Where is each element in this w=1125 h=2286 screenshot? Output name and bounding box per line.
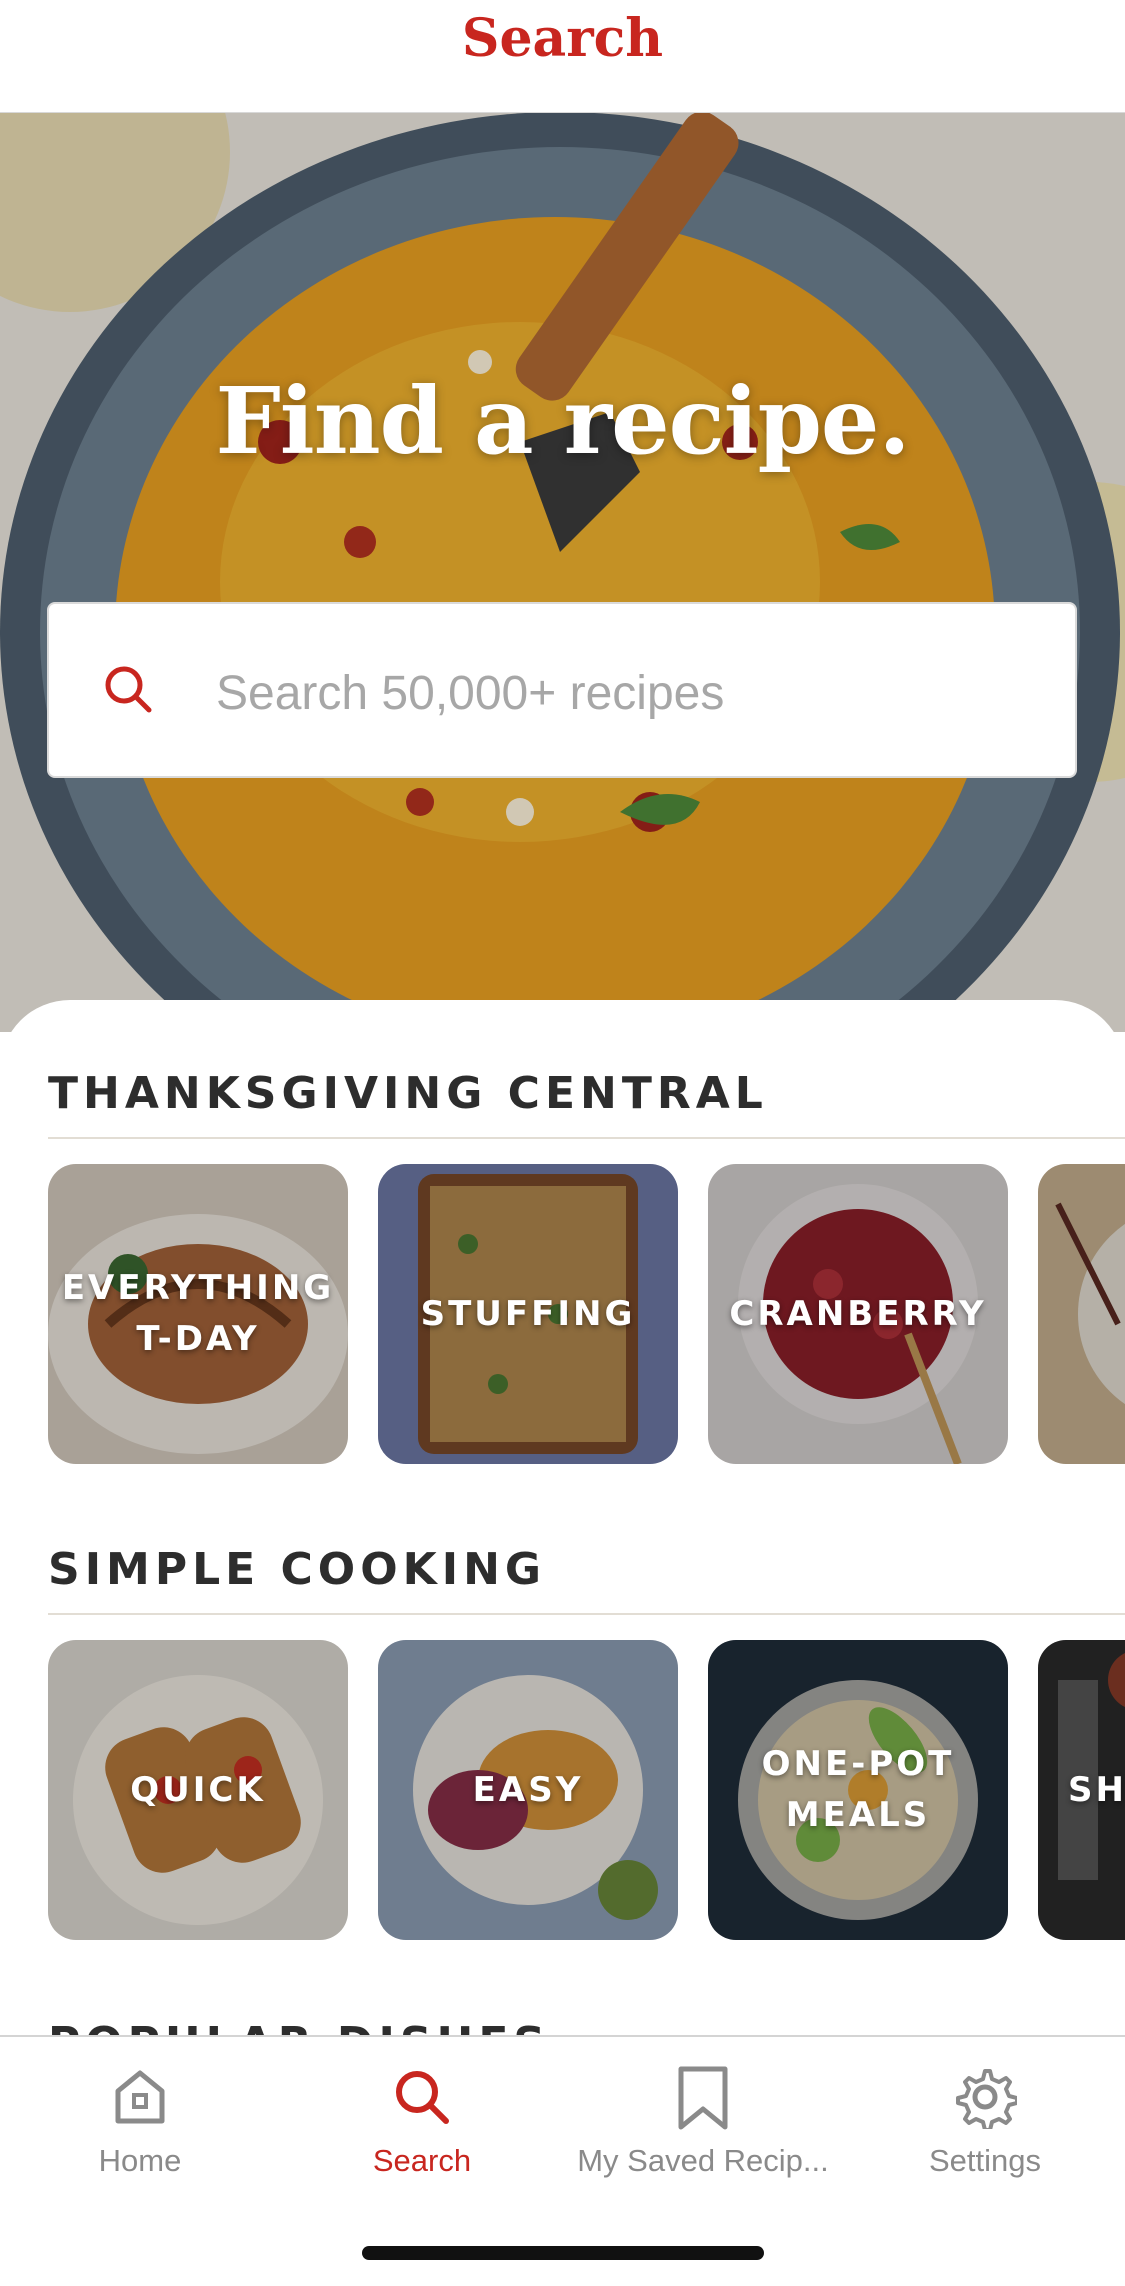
category-row-simple-cooking: QUICK EASY ONE-POT MEALS SH D	[48, 1640, 1125, 1940]
gear-icon	[956, 2069, 1017, 2129]
tab-settings[interactable]: Settings	[845, 2037, 1125, 2207]
hero-title: Find a recipe.	[215, 367, 910, 475]
category-tile-partial[interactable]: SH D	[1038, 1640, 1125, 1940]
home-indicator[interactable]	[362, 2246, 764, 2260]
tab-label: Search	[372, 2143, 472, 2178]
content-sheet: THANKSGIVING CENTRAL EVERYTHING T-DAY ST…	[0, 1000, 1125, 2040]
tab-label: Settings	[928, 2143, 1041, 2178]
section-divider	[48, 1137, 1125, 1139]
category-label	[1038, 1164, 1125, 1464]
category-row-thanksgiving: EVERYTHING T-DAY STUFFING CRANBERRY	[48, 1164, 1125, 1464]
category-tile-one-pot-meals[interactable]: ONE-POT MEALS	[708, 1640, 1008, 1940]
tab-my-saved-recipes[interactable]: My Saved Recip...	[563, 2037, 843, 2207]
category-tile-easy[interactable]: EASY	[378, 1640, 678, 1940]
category-tile-partial[interactable]	[1038, 1164, 1125, 1464]
category-tile-cranberry[interactable]: CRANBERRY	[708, 1164, 1008, 1464]
search-field[interactable]	[47, 602, 1077, 778]
category-label: EASY	[472, 1769, 584, 1810]
category-tile-everything-tday[interactable]: EVERYTHING T-DAY	[48, 1164, 348, 1464]
bookmark-icon	[678, 2066, 728, 2130]
home-icon	[115, 2070, 165, 2124]
section-title-thanksgiving: THANKSGIVING CENTRAL	[48, 1068, 768, 1119]
top-bar: Search	[0, 0, 1125, 113]
hero-banner: Find a recipe.	[0, 112, 1125, 1032]
category-tile-quick[interactable]: QUICK	[48, 1640, 348, 1940]
category-label: QUICK	[130, 1769, 266, 1810]
tab-home[interactable]: Home	[0, 2037, 280, 2207]
search-icon	[396, 2071, 449, 2124]
tab-search[interactable]: Search	[282, 2037, 562, 2207]
category-label: SH D	[1068, 1769, 1125, 1810]
section-title-simple-cooking: SIMPLE COOKING	[48, 1544, 547, 1595]
tab-label: Home	[98, 2143, 182, 2178]
category-label: ONE-POT MEALS	[761, 1744, 955, 1835]
category-tile-stuffing[interactable]: STUFFING	[378, 1164, 678, 1464]
search-icon	[105, 666, 152, 713]
tab-label: My Saved Recip...	[577, 2143, 829, 2178]
section-divider	[48, 1613, 1125, 1615]
search-input[interactable]	[214, 644, 1038, 742]
category-label: EVERYTHING T-DAY	[61, 1268, 335, 1359]
page-title: Search	[461, 8, 664, 69]
category-label: STUFFING	[420, 1293, 636, 1334]
category-label: CRANBERRY	[729, 1293, 987, 1334]
